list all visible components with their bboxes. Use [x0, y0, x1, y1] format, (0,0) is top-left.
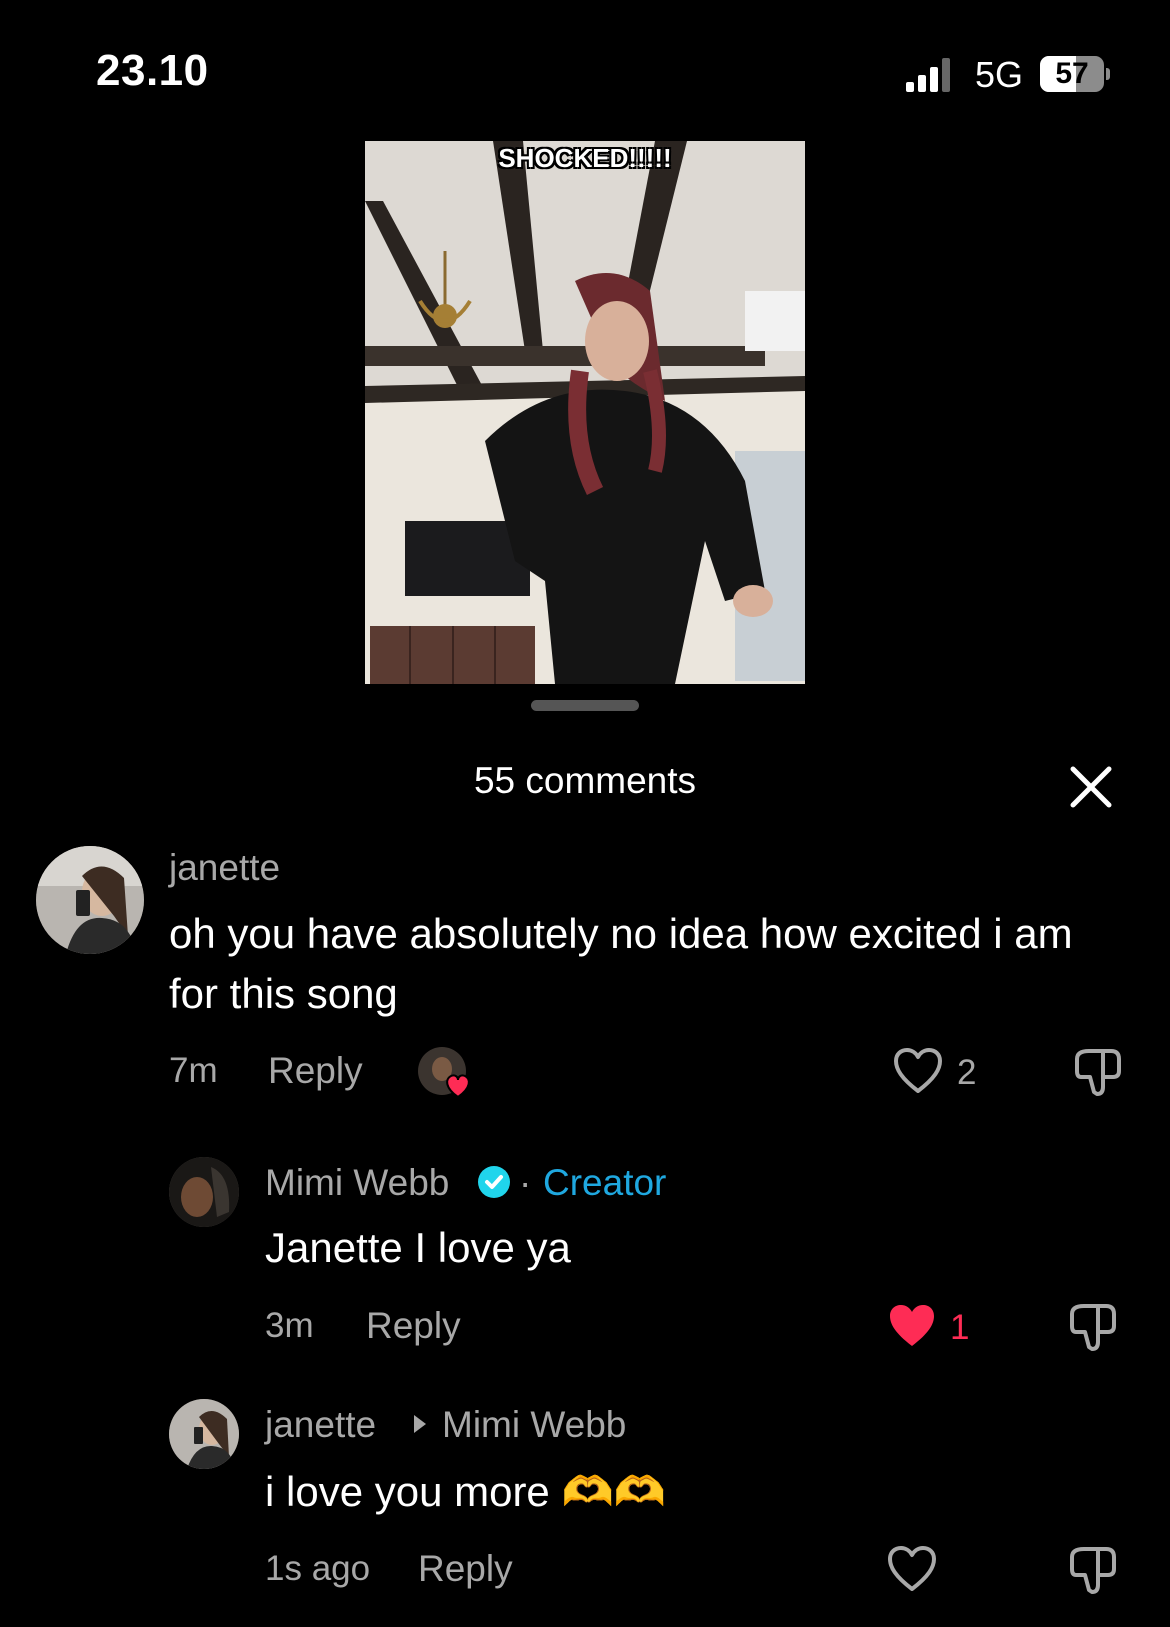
network-type: 5G: [975, 54, 1024, 95]
heart-filled-icon[interactable]: [887, 1302, 937, 1350]
video-overlay-text: SHOCKED!!!!!: [498, 143, 672, 173]
verified-badge-icon: [478, 1166, 510, 1198]
dislike-icon[interactable]: [1073, 1047, 1123, 1097]
comment-username[interactable]: janette: [169, 847, 280, 889]
avatar[interactable]: [169, 1399, 239, 1469]
heart-outline-icon[interactable]: [893, 1047, 943, 1095]
comment-time: 3m: [265, 1306, 314, 1345]
comment-time: 7m: [169, 1051, 218, 1090]
reply-button[interactable]: Reply: [366, 1305, 461, 1347]
comment-text: oh you have absolutely no idea how excit…: [169, 910, 1073, 1017]
video-preview[interactable]: SHOCKED!!!!!: [365, 141, 805, 684]
battery-icon: 57: [1040, 56, 1110, 92]
dislike-icon[interactable]: [1068, 1302, 1118, 1352]
separator-dot: ·: [519, 1162, 532, 1203]
heart-outline-icon[interactable]: [887, 1545, 937, 1593]
reply-to-username[interactable]: Mimi Webb: [442, 1404, 626, 1446]
status-time: 23.10: [96, 46, 209, 95]
comment-text: Janette I love ya: [265, 1224, 571, 1271]
like-count: 1: [950, 1308, 970, 1347]
avatar[interactable]: [36, 846, 144, 954]
status-bar: 23.10 5G 57: [0, 0, 1170, 110]
reply-button[interactable]: Reply: [268, 1050, 363, 1092]
comment-username[interactable]: janette: [265, 1404, 376, 1446]
creator-liked-badge: [418, 1047, 476, 1099]
avatar[interactable]: [169, 1157, 239, 1227]
drag-handle[interactable]: [531, 700, 639, 711]
comment-text: i love you more 🫶🫶: [265, 1468, 667, 1515]
creator-badge: Creator: [543, 1162, 667, 1203]
battery-level: 57: [1055, 57, 1089, 90]
reply-button[interactable]: Reply: [418, 1548, 513, 1590]
dislike-icon[interactable]: [1068, 1545, 1118, 1595]
close-icon[interactable]: [1066, 762, 1116, 812]
reply-arrow-icon: [414, 1415, 426, 1433]
like-count: 2: [957, 1053, 977, 1092]
comments-count-title: 55 comments: [473, 760, 697, 801]
comment-time: 1s ago: [265, 1549, 371, 1588]
comment-username[interactable]: Mimi Webb: [265, 1162, 449, 1204]
signal-icon: [906, 58, 950, 92]
video-frame-image: [365, 141, 805, 684]
